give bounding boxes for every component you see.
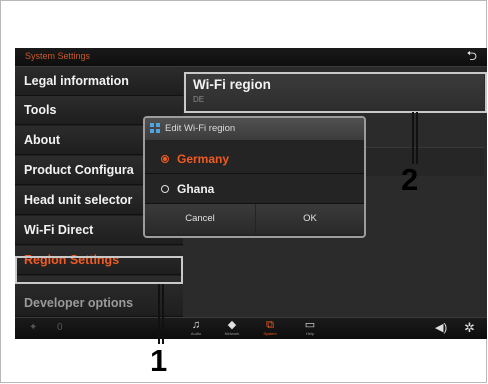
radio-selected-icon	[161, 155, 169, 163]
callout-1-leader	[158, 284, 160, 344]
option-germany[interactable]: Germany	[145, 144, 364, 174]
sidebar-item-label: Developer options	[24, 296, 134, 310]
option-label: Ghana	[177, 182, 215, 196]
audio-tab[interactable]: ♫ Audio	[185, 319, 207, 336]
help-tab[interactable]: ▭ Help	[299, 319, 321, 336]
callout-number-2: 2	[401, 162, 419, 197]
sidebar-item-legal-information[interactable]: Legal information	[15, 67, 183, 96]
callout-1-leader-inner	[162, 284, 164, 344]
callout-2-leader-inner	[416, 112, 418, 164]
gear-icon[interactable]: ✲	[464, 320, 475, 336]
callout-number-1: 1	[150, 343, 168, 378]
network-tab-label: Network	[224, 331, 240, 336]
star-icon: ✦	[29, 322, 38, 333]
callout-1-highlight	[15, 256, 183, 284]
cancel-button[interactable]: Cancel	[145, 204, 255, 234]
audio-tab-label: Audio	[190, 331, 202, 336]
option-ghana[interactable]: Ghana	[145, 174, 364, 204]
callout-2-highlight	[184, 72, 487, 113]
back-arrow-icon[interactable]: ⮌	[467, 49, 477, 63]
sidebar-item-label: Tools	[24, 103, 57, 117]
page-title: System Settings	[25, 51, 91, 61]
system-tab[interactable]: ⧉ System	[259, 319, 281, 336]
system-icon: ⧉	[266, 319, 274, 331]
sidebar-item-label: About	[24, 133, 61, 147]
sidebar-item-label: Head unit selector	[24, 193, 133, 207]
dialog-title-bar: Edit Wi-Fi region	[145, 118, 364, 140]
sidebar-item-label: Legal information	[24, 74, 129, 88]
edit-wifi-region-dialog: Edit Wi-Fi region Germany Ghana Cancel O…	[143, 116, 366, 238]
network-icon: ◆	[227, 319, 237, 331]
radio-unselected-icon	[161, 185, 169, 193]
system-tab-label: System	[263, 331, 277, 336]
ok-button-label: OK	[303, 213, 317, 224]
cancel-button-label: Cancel	[185, 213, 215, 224]
music-note-icon: ♫	[191, 319, 201, 331]
zero-icon: 0	[57, 322, 63, 333]
option-label: Germany	[177, 152, 230, 166]
sidebar-item-label: Wi-Fi Direct	[24, 223, 94, 237]
network-tab[interactable]: ◆ Network	[221, 319, 243, 336]
bottom-bar: ✦ 0 ♫ Audio ◆ Network ⧉ System ▭ Help ◀)…	[15, 317, 487, 339]
grid-icon	[150, 123, 160, 133]
help-icon: ▭	[304, 319, 316, 331]
dialog-title: Edit Wi-Fi region	[165, 123, 236, 134]
callout-2-leader	[412, 112, 414, 164]
speaker-icon[interactable]: ◀)	[435, 321, 447, 334]
ok-button[interactable]: OK	[256, 204, 364, 234]
help-tab-label: Help	[305, 331, 315, 336]
title-bar: System Settings ⮌	[15, 48, 487, 67]
sidebar-item-label: Product Configura	[24, 163, 134, 177]
